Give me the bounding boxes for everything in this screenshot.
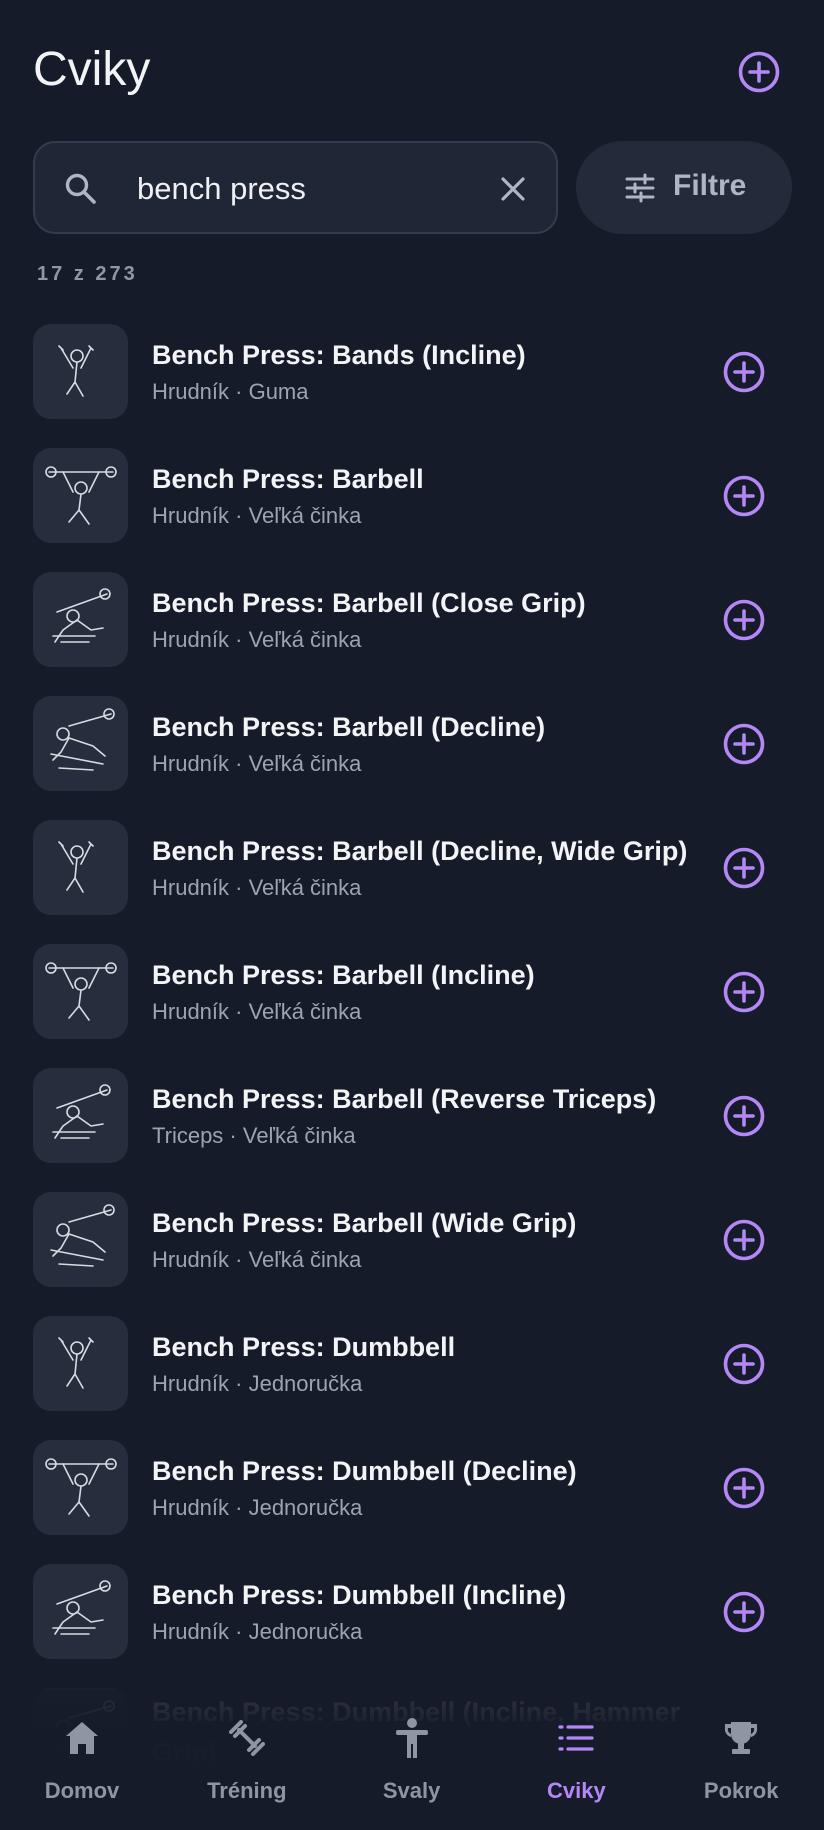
exercise-figure-icon — [58, 1337, 94, 1389]
exercise-thumbnail — [33, 1192, 128, 1287]
exercise-name: Bench Press: Barbell (Decline, Wide Grip… — [152, 836, 688, 866]
exercise-row[interactable]: Bench Press: Barbell (Reverse Triceps) T… — [0, 1044, 824, 1168]
dumbbell-icon — [228, 1720, 265, 1756]
exercise-row[interactable]: Bench Press: Barbell (Decline, Wide Grip… — [0, 796, 824, 920]
exercise-figure-icon — [45, 1458, 117, 1517]
nav-item-domov[interactable]: Domov — [0, 1716, 164, 1826]
home-icon — [66, 1722, 98, 1754]
exercise-name: Bench Press: Barbell (Close Grip) — [152, 588, 586, 618]
add-exercise-row-icon[interactable] — [722, 350, 766, 394]
exercise-thumbnail — [33, 696, 128, 791]
nav-item-svaly[interactable]: Svaly — [330, 1716, 494, 1826]
add-exercise-row-icon[interactable] — [722, 474, 766, 518]
exercise-list: Bench Press: Bands (Incline) Hrudník · G… — [0, 300, 824, 1802]
nav-item-tréning[interactable]: Tréning — [165, 1716, 329, 1826]
bottom-nav: Domov Tréning Svaly Cviky Pokrok — [0, 1690, 824, 1830]
exercise-meta: Hrudník · Veľká činka — [152, 627, 362, 652]
nav-label: Cviky — [547, 1778, 606, 1803]
exercise-figure-icon — [52, 1084, 111, 1139]
exercise-row[interactable]: Bench Press: Bands (Incline) Hrudník · G… — [0, 300, 824, 424]
header: Cviky — [0, 0, 824, 140]
exercise-thumbnail — [33, 324, 128, 419]
body-icon — [395, 1718, 428, 1758]
add-exercise-row-icon[interactable] — [722, 846, 766, 890]
exercise-meta: Triceps · Veľká činka — [152, 1123, 356, 1148]
exercise-name: Bench Press: Dumbbell — [152, 1332, 456, 1362]
exercise-name: Bench Press: Dumbbell (Decline) — [152, 1456, 577, 1486]
exercise-meta: Hrudník · Veľká činka — [152, 503, 362, 528]
exercise-meta: Hrudník · Veľká činka — [152, 875, 362, 900]
add-exercise-row-icon[interactable] — [722, 970, 766, 1014]
exercise-meta: Hrudník · Guma — [152, 379, 309, 404]
exercise-name: Bench Press: Barbell (Incline) — [152, 960, 535, 990]
exercise-row[interactable]: Bench Press: Barbell Hrudník · Veľká čin… — [0, 424, 824, 548]
exercise-thumbnail — [33, 820, 128, 915]
add-exercise-row-icon[interactable] — [722, 722, 766, 766]
page-title: Cviky — [33, 43, 151, 96]
search-icon — [65, 173, 96, 204]
nav-item-pokrok[interactable]: Pokrok — [659, 1716, 823, 1826]
search-input[interactable]: bench press — [33, 141, 558, 234]
exercise-meta: Hrudník · Veľká činka — [152, 999, 362, 1024]
list-icon — [558, 1725, 594, 1751]
exercise-thumbnail — [33, 572, 128, 667]
add-exercise-row-icon[interactable] — [722, 1466, 766, 1510]
nav-label: Pokrok — [703, 1778, 779, 1803]
exercise-thumbnail — [33, 448, 128, 543]
exercise-meta: Hrudník · Jednoručka — [152, 1495, 363, 1520]
nav-item-cviky[interactable]: Cviky — [494, 1716, 658, 1826]
exercise-figure-icon — [50, 708, 115, 771]
tune-icon — [625, 173, 655, 203]
nav-label: Tréning — [207, 1778, 287, 1803]
exercise-name: Bench Press: Barbell — [152, 464, 424, 494]
exercise-name: Bench Press: Barbell (Decline) — [152, 712, 546, 742]
add-exercise-row-icon[interactable] — [722, 1342, 766, 1386]
exercise-meta: Hrudník · Veľká činka — [152, 751, 362, 776]
add-exercise-row-icon[interactable] — [722, 1218, 766, 1262]
exercises-screen: Cviky bench press Filtre 17 z 273 Bench … — [0, 0, 824, 1830]
exercise-meta: Hrudník · Jednoručka — [152, 1619, 363, 1644]
exercise-meta: Hrudník · Veľká činka — [152, 1247, 362, 1272]
exercise-meta: Hrudník · Jednoručka — [152, 1371, 363, 1396]
exercise-thumbnail — [33, 1068, 128, 1163]
exercise-row[interactable]: Bench Press: Dumbbell (Decline) Hrudník … — [0, 1416, 824, 1540]
exercise-name: Bench Press: Dumbbell (Incline) — [152, 1580, 567, 1610]
search-query[interactable]: bench press — [137, 171, 306, 207]
clear-icon[interactable] — [497, 173, 529, 205]
add-exercise-row-icon[interactable] — [722, 1094, 766, 1138]
exercise-row[interactable]: Bench Press: Barbell (Close Grip) Hrudní… — [0, 548, 824, 672]
exercise-name: Bench Press: Barbell (Reverse Triceps) — [152, 1084, 657, 1114]
exercise-figure-icon — [58, 345, 94, 397]
exercise-thumbnail — [33, 1316, 128, 1411]
add-exercise-row-icon[interactable] — [722, 598, 766, 642]
exercise-figure-icon — [45, 466, 117, 525]
filters-button[interactable]: Filtre — [576, 141, 792, 234]
exercise-thumbnail — [33, 1440, 128, 1535]
exercise-row[interactable]: Bench Press: Dumbbell (Incline) Hrudník … — [0, 1540, 824, 1664]
exercise-figure-icon — [58, 841, 94, 893]
exercise-row[interactable]: Bench Press: Barbell (Incline) Hrudník ·… — [0, 920, 824, 1044]
exercise-thumbnail — [33, 944, 128, 1039]
exercise-name: Bench Press: Bands (Incline) — [152, 340, 526, 370]
exercise-thumbnail — [33, 1564, 128, 1659]
exercise-row[interactable]: Bench Press: Barbell (Decline) Hrudník ·… — [0, 672, 824, 796]
trophy-icon — [725, 1722, 758, 1754]
nav-label: Svaly — [382, 1778, 441, 1803]
exercise-name: Bench Press: Barbell (Wide Grip) — [152, 1208, 577, 1238]
nav-label: Domov — [44, 1778, 120, 1803]
add-exercise-icon[interactable] — [737, 50, 781, 94]
exercise-figure-icon — [52, 588, 111, 643]
exercise-figure-icon — [52, 1580, 111, 1635]
exercise-row[interactable]: Bench Press: Barbell (Wide Grip) Hrudník… — [0, 1168, 824, 1292]
results-count: 17 z 273 — [37, 263, 138, 285]
filters-label: Filtre — [673, 169, 747, 202]
add-exercise-row-icon[interactable] — [722, 1590, 766, 1634]
exercise-row[interactable]: Bench Press: Dumbbell Hrudník · Jednoruč… — [0, 1292, 824, 1416]
exercise-figure-icon — [50, 1204, 115, 1267]
exercise-figure-icon — [45, 962, 117, 1021]
